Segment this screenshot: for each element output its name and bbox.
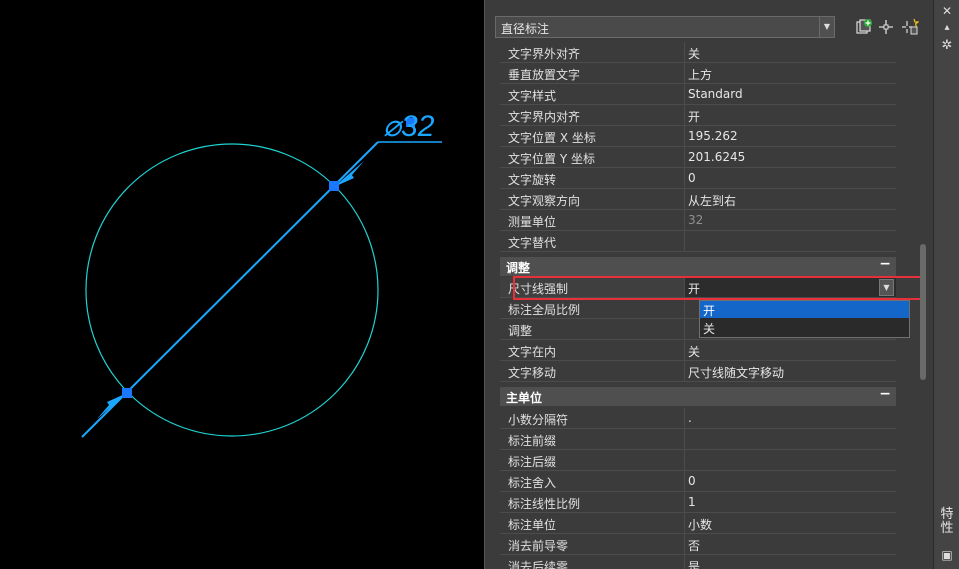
property-row[interactable]: 文字旋转 0 <box>500 168 912 189</box>
property-value[interactable]: 从左到右 <box>688 192 736 209</box>
property-name: 标注全局比例 <box>508 303 581 317</box>
property-name: 标注线性比例 <box>508 497 581 511</box>
gear-icon[interactable]: ✲ <box>934 38 959 53</box>
property-row[interactable]: 标注线性比例 1 <box>500 492 912 513</box>
drawing-svg: ⌀32 <box>81 110 442 438</box>
property-row[interactable]: 标注前缀 <box>500 429 912 450</box>
property-name: 标注单位 <box>508 518 557 532</box>
property-row-selected[interactable]: 尺寸线强制 开 ▼ <box>500 277 912 298</box>
collapse-icon[interactable]: − <box>879 386 891 402</box>
property-row[interactable]: 文字替代 <box>500 231 912 252</box>
property-row[interactable]: 文字界外对齐 关 <box>500 42 912 63</box>
property-name: 消去前导零 <box>508 539 569 553</box>
property-name: 标注前缀 <box>508 434 557 448</box>
property-row[interactable]: 标注舍入 0 <box>500 471 912 492</box>
property-value[interactable]: . <box>688 411 692 425</box>
property-row[interactable]: 测量单位 32 <box>500 210 912 231</box>
property-row[interactable]: 小数分隔符 . <box>500 408 912 429</box>
property-name: 标注舍入 <box>508 476 557 490</box>
select-objects-icon[interactable] <box>877 18 895 36</box>
object-type-label: 直径标注 <box>501 22 550 36</box>
dropdown-option-off[interactable]: 关 <box>700 319 909 336</box>
chevron-down-icon[interactable]: ▼ <box>819 17 834 37</box>
dimline-forced-combo[interactable]: 开 ▼ <box>685 277 896 298</box>
property-value[interactable]: 关 <box>688 343 700 360</box>
property-name: 标注后缀 <box>508 455 557 469</box>
property-value[interactable]: 0 <box>688 171 696 185</box>
property-row[interactable]: 文字观察方向 从左到右 <box>500 189 912 210</box>
property-name: 文字界内对齐 <box>508 110 581 124</box>
palette-header: 直径标注 ▼ <box>495 16 923 40</box>
property-name: 文字位置 Y 坐标 <box>508 152 595 166</box>
autohide-icon[interactable]: ▴ <box>934 22 959 33</box>
property-value[interactable]: 201.6245 <box>688 150 745 164</box>
property-name: 测量单位 <box>508 215 557 229</box>
scrollbar-thumb[interactable] <box>920 244 926 380</box>
property-name: 调整 <box>508 324 533 338</box>
property-name: 文字位置 X 坐标 <box>508 131 596 145</box>
property-row[interactable]: 文字界内对齐 开 <box>500 105 912 126</box>
collapse-icon[interactable]: − <box>879 256 891 272</box>
property-name: 文字旋转 <box>508 173 557 187</box>
property-value[interactable]: 否 <box>688 537 700 554</box>
property-value[interactable]: 是 <box>688 558 700 569</box>
dropdown-option-label: 开 <box>703 304 716 318</box>
property-name: 文字样式 <box>508 89 557 103</box>
property-row[interactable]: 文字在内 关 <box>500 340 912 361</box>
property-row[interactable]: 标注后缀 <box>500 450 912 471</box>
property-name: 文字移动 <box>508 366 557 380</box>
property-row[interactable]: 消去后续零 是 <box>500 555 912 569</box>
property-row[interactable]: 文字位置 Y 坐标 201.6245 <box>500 147 912 168</box>
property-value[interactable]: 关 <box>688 45 700 62</box>
dropdown-list[interactable]: 开 关 <box>699 300 910 338</box>
dropdown-option-on[interactable]: 开 <box>700 301 909 318</box>
property-name: 文字替代 <box>508 236 557 250</box>
property-value[interactable]: 开 <box>688 280 700 297</box>
property-name: 文字界外对齐 <box>508 47 581 61</box>
property-value: 32 <box>688 213 704 227</box>
chevron-down-icon[interactable]: ▼ <box>879 279 894 296</box>
property-row[interactable]: 垂直放置文字 上方 <box>500 63 912 84</box>
palette-title: 特性 <box>940 507 954 536</box>
property-value[interactable]: 开 <box>688 108 700 125</box>
property-row[interactable]: 文字样式 Standard <box>500 84 912 105</box>
category-adjust[interactable]: 调整 − <box>500 256 896 276</box>
property-row[interactable]: 消去前导零 否 <box>500 534 912 555</box>
property-name: 文字在内 <box>508 345 557 359</box>
object-type-select[interactable]: 直径标注 ▼ <box>495 16 835 38</box>
properties-palette: 直径标注 ▼ 文字界外对齐 关 垂直放置文字 上方 文字样式 Standard … <box>484 0 934 569</box>
toggle-pickadd-icon[interactable] <box>901 18 919 36</box>
drawing-canvas[interactable]: ⌀32 <box>0 0 484 569</box>
panel-toggle-icon[interactable]: ▣ <box>934 548 959 562</box>
property-value[interactable]: 小数 <box>688 516 712 533</box>
property-name: 小数分隔符 <box>508 413 569 427</box>
close-icon[interactable]: ✕ <box>934 4 959 18</box>
grip-lower[interactable] <box>122 388 132 398</box>
property-value[interactable]: 上方 <box>688 66 712 83</box>
property-name: 文字观察方向 <box>508 194 581 208</box>
property-value[interactable]: 0 <box>688 474 696 488</box>
property-row[interactable]: 文字移动 尺寸线随文字移动 <box>500 361 912 382</box>
quick-select-icon[interactable] <box>855 18 873 36</box>
property-value[interactable]: 195.262 <box>688 129 738 143</box>
property-name: 消去后续零 <box>508 560 569 569</box>
property-name: 尺寸线强制 <box>508 282 569 296</box>
dimension-text[interactable]: ⌀32 <box>383 110 435 143</box>
dropdown-option-label: 关 <box>703 322 716 336</box>
palette-sidebar: ✕ ▴ ✲ 特性 ▣ <box>933 0 959 569</box>
grip-upper[interactable] <box>329 181 339 191</box>
property-row[interactable]: 文字位置 X 坐标 195.262 <box>500 126 912 147</box>
property-name: 垂直放置文字 <box>508 68 581 82</box>
category-title: 调整 <box>506 261 531 275</box>
property-value[interactable]: 尺寸线随文字移动 <box>688 364 784 381</box>
category-primary-units[interactable]: 主单位 − <box>500 386 896 406</box>
property-row[interactable]: 标注单位 小数 <box>500 513 912 534</box>
property-value[interactable]: Standard <box>688 87 743 101</box>
property-value[interactable]: 1 <box>688 495 696 509</box>
category-title: 主单位 <box>506 391 543 405</box>
